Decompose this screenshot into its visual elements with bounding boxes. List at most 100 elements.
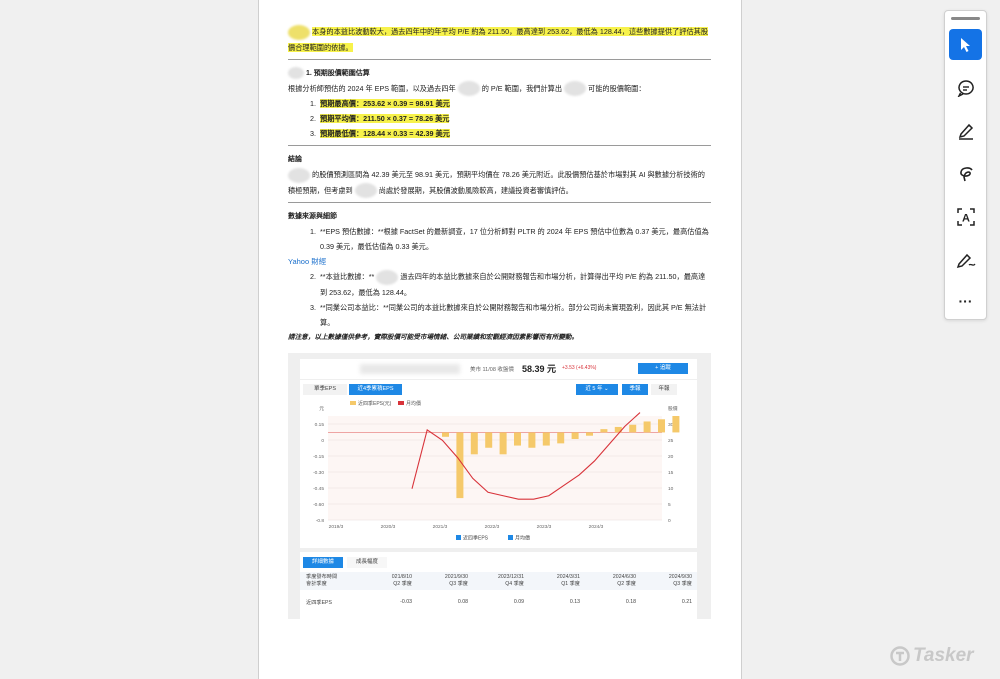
legend-label: 近四季EPS(元) xyxy=(358,400,392,407)
header-label-line: 會計季度 xyxy=(306,581,327,587)
eps-bar xyxy=(643,421,651,433)
section-title-text: 1. 預期股價範圍估算 xyxy=(305,69,370,77)
cell-value: 0.21 xyxy=(681,599,692,605)
checkbox-label: 近四季EPS xyxy=(463,535,489,542)
section-conclusion-title: 結論 xyxy=(288,156,302,164)
eps-bar xyxy=(542,432,550,446)
table-row: 近四季EPS -0.03 0.08 0.09 0.13 0.18 0.21 xyxy=(300,596,697,608)
toolbar-grip[interactable] xyxy=(951,17,980,20)
column-quarter: Q3 季度 xyxy=(449,581,468,587)
select-tool-button[interactable] xyxy=(949,29,982,60)
x-tick-label: 2023/3 xyxy=(537,524,552,530)
table-header: 季度發布時間 會計季度 021/8/10 Q2 季度 2021/9/30 Q3 季度 2… xyxy=(300,572,697,590)
sign-tool-button[interactable] xyxy=(949,244,982,275)
column-header: 2024/9/30 Q3 季度 xyxy=(642,574,692,588)
eps-bar xyxy=(470,432,478,455)
annual-button[interactable]: 年報 xyxy=(651,384,677,395)
tasker-watermark: Tasker xyxy=(890,645,974,667)
freehand-draw-icon xyxy=(959,166,973,181)
list-item-text: **同業公司本益比：**同業公司的本益比數據來自於公開財務報告和市場分析。部分公… xyxy=(320,302,707,327)
draw-tool-button[interactable] xyxy=(949,158,982,189)
section-range-title: 1. 預期股價範圍估算 xyxy=(288,66,711,81)
divider xyxy=(288,145,711,147)
divider xyxy=(288,58,711,60)
list-item: 預期平均價：211.50 × 0.37 = 78.26 美元 xyxy=(318,111,711,126)
text-select-icon: A xyxy=(956,207,975,226)
highlight-tool-button[interactable] xyxy=(949,115,982,146)
sources-list: **EPS 預估數據：**根據 FactSet 的最新調查，17 位分析師對 P… xyxy=(288,224,711,254)
column-header: 2023/12/31 Q4 季度 xyxy=(474,574,524,588)
pdf-page: 本身的本益比波動較大，過去四年中的年平均 P/E 約為 211.50，最高達到 … xyxy=(258,0,742,679)
tab-growth[interactable]: 成長幅度 xyxy=(347,557,387,568)
list-item-text: 預期平均價：211.50 × 0.37 = 78.26 美元 xyxy=(320,114,450,124)
embedded-chart-image: 美市 11/08 收盤價 58.39 元 +3.53 (+6.43%) + 追蹤… xyxy=(288,353,711,619)
checkbox-label: 月均價 xyxy=(515,535,530,542)
eps-bar xyxy=(499,432,507,455)
column-header: 2024/3/31 Q1 季度 xyxy=(530,574,580,588)
disclaimer-note: 請注意，以上數據僅供參考，實際股價可能受市場情緒、公司業績和宏觀經濟因素影響而有… xyxy=(288,333,579,341)
comment-icon xyxy=(957,79,974,97)
comment-tool-button[interactable] xyxy=(949,72,982,103)
cell-value: 0.13 xyxy=(569,599,580,605)
header-label: 季度發布時間 會計季度 xyxy=(306,574,337,588)
eps-panel: 單季EPS 近4季累積EPS 近 5 年 ⌄ 季報 年報 近四季EPS(元) 月均… xyxy=(300,380,697,548)
y-tick-label: 元 xyxy=(319,406,324,412)
checkbox xyxy=(508,535,513,540)
column-quarter: Q2 季度 xyxy=(617,581,636,587)
yahoo-finance-link[interactable]: Yahoo 財經 xyxy=(288,257,326,266)
quarterly-button[interactable]: 季報 xyxy=(622,384,648,395)
column-date: 021/8/10 xyxy=(391,574,412,580)
checkbox xyxy=(456,535,461,540)
y-tick-label: -0.15 xyxy=(313,454,324,460)
eps-price-chart: 近四季EPS(元) 月均價元0.150-0.15-0.30-0.45-0.60-0… xyxy=(313,400,680,542)
redacted-name xyxy=(354,183,377,199)
eps-bar xyxy=(456,432,464,499)
eps-bar xyxy=(557,432,565,444)
list-item: 預期最低價：128.44 × 0.33 = 42.39 美元 xyxy=(318,126,711,141)
y2-tick-label: 20 xyxy=(668,454,674,460)
y-tick-label: -0.8 xyxy=(316,518,325,524)
x-tick-label: 2021/3 xyxy=(433,524,448,530)
tab-details[interactable]: 詳細數據 xyxy=(303,557,343,568)
y-tick-label: 0 xyxy=(321,438,324,444)
y2-tick-label: 15 xyxy=(668,470,674,476)
legend-label: 月均價 xyxy=(406,400,421,407)
text-recognition-tool-button[interactable]: A xyxy=(949,201,982,232)
tasker-logo-icon xyxy=(890,646,910,666)
eps-bar xyxy=(672,416,680,433)
column-date: 2021/9/30 xyxy=(444,574,468,580)
y2-tick-label: 5 xyxy=(668,502,671,508)
list-item-text: **本益比數據：** xyxy=(320,272,375,282)
eps-bar xyxy=(600,429,608,433)
y2-tick-label: 10 xyxy=(668,486,674,492)
cell-value: 0.08 xyxy=(457,599,468,605)
redacted-name xyxy=(288,24,310,40)
range-label: 近 5 年 xyxy=(585,386,603,392)
plot-area xyxy=(328,416,662,520)
intro-text: 本身的本益比波動較大，過去四年中的年平均 P/E 約為 211.50，最高達到 … xyxy=(288,27,709,52)
intro-part-b: 的 P/E 範圍，我們計算出 xyxy=(481,83,563,93)
list-item-text: **EPS 預估數據：**根據 FactSet 的最新調查，17 位分析師對 P… xyxy=(320,227,709,252)
redacted-title xyxy=(360,364,460,374)
column-quarter: Q3 季度 xyxy=(673,581,692,587)
list-item: 預期最高價：253.62 × 0.39 = 98.91 美元 xyxy=(318,96,711,111)
y2-tick-label: 25 xyxy=(668,438,674,444)
follow-button[interactable]: + 追蹤 xyxy=(638,363,688,374)
range-dropdown[interactable]: 近 5 年 ⌄ xyxy=(576,384,618,395)
redacted-name xyxy=(288,66,304,79)
list-item: **EPS 預估數據：**根據 FactSet 的最新調查，17 位分析師對 P… xyxy=(318,224,711,254)
eps-bar xyxy=(528,432,536,448)
redacted-name xyxy=(564,81,587,97)
tab-ttm-eps[interactable]: 近4季累積EPS xyxy=(349,384,402,395)
document-body: 本身的本益比波動較大，過去四年中的年平均 P/E 約為 211.50，最高達到 … xyxy=(288,24,711,345)
cell-value: 0.09 xyxy=(513,599,524,605)
tab-single-eps[interactable]: 單季EPS xyxy=(303,384,347,395)
eps-bar xyxy=(485,432,493,448)
y-tick-label: -0.30 xyxy=(313,470,324,476)
legend-swatch xyxy=(398,401,404,405)
more-tools-button[interactable]: ··· xyxy=(949,285,982,316)
y-tick-label: -0.60 xyxy=(313,502,324,508)
embedded-header: 美市 11/08 收盤價 58.39 元 +3.53 (+6.43%) + 追蹤 xyxy=(300,359,697,379)
intro-part-a: 根據分析師預估的 2024 年 EPS 範圍，以及過去四年 xyxy=(288,83,456,93)
column-header: 021/8/10 Q2 季度 xyxy=(362,574,412,588)
